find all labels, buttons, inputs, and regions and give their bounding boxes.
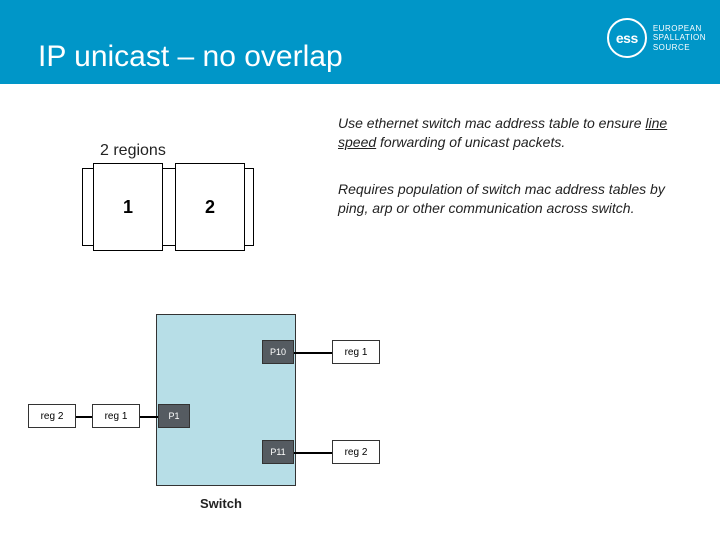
- connector-icon: [294, 352, 332, 354]
- node-right-reg2: reg 2: [332, 440, 380, 464]
- logo-line2: SPALLATION: [653, 33, 706, 43]
- header-bar: IP unicast – no overlap ess EUROPEAN SPA…: [0, 0, 720, 84]
- connector-icon: [294, 452, 332, 454]
- desc1-post: forwarding of unicast packets.: [376, 134, 565, 150]
- region-cell-1: 1: [93, 163, 163, 251]
- desc1-pre: Use ethernet switch mac address table to…: [338, 115, 645, 131]
- logo-text: EUROPEAN SPALLATION SOURCE: [653, 24, 706, 53]
- diagram-canvas: 2 regions 1 2 Use ethernet switch mac ad…: [0, 84, 720, 540]
- regions-label: 2 regions: [100, 142, 166, 160]
- port-p11: P11: [262, 440, 294, 464]
- connector-icon: [76, 416, 92, 418]
- description-para-1: Use ethernet switch mac address table to…: [338, 114, 696, 152]
- region-cell-2: 2: [175, 163, 245, 251]
- page-title: IP unicast – no overlap: [38, 40, 343, 74]
- logo-line1: EUROPEAN: [653, 24, 706, 34]
- brand-logo: ess EUROPEAN SPALLATION SOURCE: [607, 18, 706, 58]
- node-left-reg2: reg 2: [28, 404, 76, 428]
- regions-container: 1 2: [82, 168, 254, 246]
- description-para-2: Requires population of switch mac addres…: [338, 180, 696, 218]
- switch-label: Switch: [200, 496, 242, 511]
- port-p01: P1: [158, 404, 190, 428]
- node-right-reg1: reg 1: [332, 340, 380, 364]
- node-left-reg1: reg 1: [92, 404, 140, 428]
- logo-badge-icon: ess: [607, 18, 647, 58]
- logo-line3: SOURCE: [653, 43, 706, 53]
- port-p10: P10: [262, 340, 294, 364]
- connector-icon: [140, 416, 158, 418]
